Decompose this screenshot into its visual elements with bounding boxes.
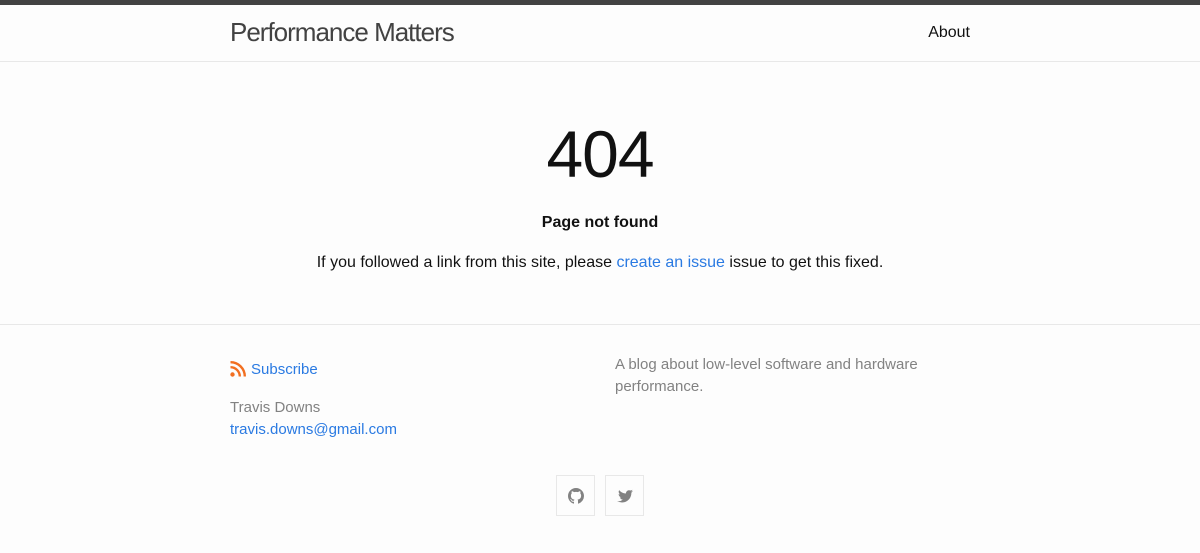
site-footer: Subscribe Travis Downs travis.downs@gmai… [0,325,1200,552]
author-name: Travis Downs [230,399,321,416]
error-code: 404 [546,117,654,191]
main-content: 404 Page not found If you followed a lin… [0,62,1200,325]
footer-inner: Subscribe Travis Downs travis.downs@gmai… [230,325,970,552]
error-subtitle: Page not found [541,214,659,231]
create-issue-link[interactable]: create an issue [616,254,725,271]
email-link[interactable]: travis.downs@gmail.com [230,421,397,438]
github-icon [567,487,584,504]
social-links [230,475,970,516]
nav-about-link[interactable]: About [928,24,970,41]
site-title-link[interactable]: Performance Matters [230,17,455,48]
twitter-icon [616,489,633,502]
message-after: issue to get this fixed. [724,254,884,271]
github-button[interactable] [556,475,595,516]
subscribe-link[interactable]: Subscribe [251,361,318,378]
footer-left-column: Subscribe Travis Downs travis.downs@gmai… [230,359,397,441]
error-message: If you followed a link from this site, p… [0,254,1200,272]
twitter-button[interactable] [605,475,644,516]
message-before: If you followed a link from this site, p… [316,254,617,271]
subscribe-row: Subscribe [230,359,397,379]
site-description: A blog about low-level software and hard… [615,356,918,395]
rss-icon [230,361,246,377]
site-nav: About [928,24,970,42]
header-inner: Performance Matters About [230,5,970,61]
site-header: Performance Matters About [0,5,1200,62]
